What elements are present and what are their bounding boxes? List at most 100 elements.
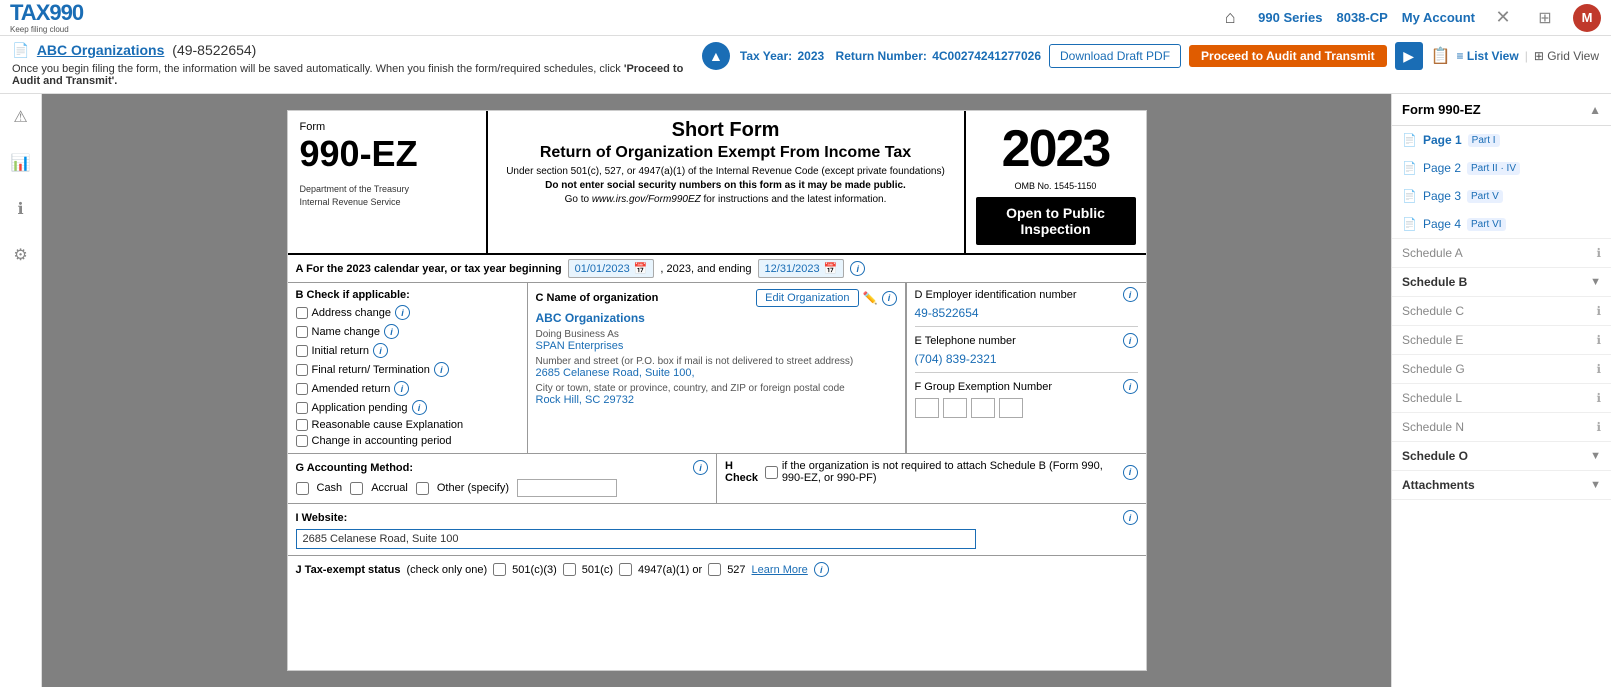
section-e: E Telephone number i (704) 839-2321 <box>915 333 1138 373</box>
user-avatar[interactable]: M <box>1573 4 1601 32</box>
sidebar-page1[interactable]: 📄 Page 1 Part I <box>1392 126 1611 154</box>
home-icon[interactable]: ⌂ <box>1216 4 1244 32</box>
collapse-button[interactable]: ▲ <box>702 42 730 70</box>
final-return-info[interactable]: i <box>434 362 449 377</box>
right-sidebar: Form 990-EZ ▲ 📄 Page 1 Part I 📄 Page 2 P… <box>1391 94 1611 687</box>
section-a-info-icon[interactable]: i <box>850 261 865 276</box>
change-accounting-checkbox[interactable] <box>296 435 308 447</box>
sidebar-schedule-b[interactable]: Schedule B ▼ <box>1392 268 1611 297</box>
schedule-c-info[interactable]: ℹ <box>1596 304 1601 318</box>
section-h-info[interactable]: i <box>1123 465 1138 480</box>
logo-sub: Keep filing cloud <box>10 26 83 34</box>
section-e-info[interactable]: i <box>1123 333 1138 348</box>
start-date-input[interactable]: 01/01/2023 📅 <box>568 259 655 278</box>
section-g-label: G Accounting Method: <box>296 462 414 474</box>
right-arrow-icon[interactable]: ▶ <box>1395 42 1423 70</box>
end-date-input[interactable]: 12/31/2023 📅 <box>758 259 845 278</box>
sidebar-schedule-e[interactable]: Schedule E ℹ <box>1392 326 1611 355</box>
sidebar-page3[interactable]: 📄 Page 3 Part V <box>1392 182 1611 210</box>
nav-990-series[interactable]: 990 Series <box>1258 10 1322 25</box>
sidebar-schedule-n[interactable]: Schedule N ℹ <box>1392 413 1611 442</box>
schedule-l-info[interactable]: ℹ <box>1596 391 1601 405</box>
phone-value: (704) 839-2321 <box>915 352 1138 366</box>
left-sidebar: ⚠ 📊 ℹ ⚙ <box>0 94 42 687</box>
schedule-a-info[interactable]: ℹ <box>1596 246 1601 260</box>
sidebar-settings-icon[interactable]: ⚙ <box>6 240 36 270</box>
sidebar-attachments[interactable]: Attachments ▼ <box>1392 471 1611 500</box>
address-change-info[interactable]: i <box>395 305 410 320</box>
page4-badge: Part VI <box>1467 218 1506 231</box>
learn-more-link[interactable]: Learn More <box>752 564 808 576</box>
j-4947a1-checkbox[interactable] <box>619 563 632 576</box>
amended-return-info[interactable]: i <box>394 381 409 396</box>
other-checkbox[interactable] <box>416 482 429 495</box>
schedule-e-info[interactable]: ℹ <box>1596 333 1601 347</box>
sidebar-chart-icon[interactable]: 📊 <box>6 148 36 178</box>
j-501c-checkbox[interactable] <box>563 563 576 576</box>
name-change-checkbox[interactable] <box>296 326 308 338</box>
sidebar-info-icon[interactable]: ℹ <box>6 194 36 224</box>
group-box-3[interactable] <box>971 398 995 418</box>
section-j-info[interactable]: i <box>814 562 829 577</box>
initial-return-checkbox[interactable] <box>296 345 308 357</box>
sidebar-page4[interactable]: 📄 Page 4 Part VI <box>1392 210 1611 238</box>
list-view-button[interactable]: ≡ List View <box>1457 49 1519 63</box>
sidebar-schedule-o[interactable]: Schedule O ▼ <box>1392 442 1611 471</box>
checkbox-change-accounting: Change in accounting period <box>296 435 519 447</box>
org-name-link[interactable]: ABC Organizations <box>37 42 165 58</box>
section-e-label: E Telephone number <box>915 335 1016 347</box>
page2-label: Page 2 <box>1423 161 1461 175</box>
j-527-checkbox[interactable] <box>708 563 721 576</box>
schedule-n-info[interactable]: ℹ <box>1596 420 1601 434</box>
schedule-b-checkbox[interactable] <box>765 466 778 479</box>
sidebar-schedule-a[interactable]: Schedule A ℹ <box>1392 239 1611 268</box>
app-body: ⚠ 📊 ℹ ⚙ Form 990-EZ Department of the Tr… <box>0 94 1611 687</box>
application-pending-checkbox[interactable] <box>296 402 308 414</box>
sidebar-form-title: Form 990-EZ <box>1402 102 1481 117</box>
edit-org-button[interactable]: Edit Organization <box>756 289 858 307</box>
nav-8038cp[interactable]: 8038-CP <box>1336 10 1387 25</box>
address-change-checkbox[interactable] <box>296 307 308 319</box>
accrual-checkbox[interactable] <box>350 482 363 495</box>
sidebar-home-icon[interactable]: ⚠ <box>6 102 36 132</box>
sidebar-page2[interactable]: 📄 Page 2 Part II · IV <box>1392 154 1611 182</box>
page2-badge: Part II · IV <box>1467 162 1520 175</box>
schedule-g-info[interactable]: ℹ <box>1596 362 1601 376</box>
grid-view-button[interactable]: ⊞ Grid View <box>1534 49 1599 63</box>
sidebar-schedule-l[interactable]: Schedule L ℹ <box>1392 384 1611 413</box>
section-f-info[interactable]: i <box>1123 379 1138 394</box>
page3-badge: Part V <box>1467 190 1503 203</box>
close-icon[interactable]: ✕ <box>1489 4 1517 32</box>
reasonable-cause-checkbox[interactable] <box>296 419 308 431</box>
schedule-b-chevron[interactable]: ▼ <box>1590 276 1601 288</box>
amended-return-checkbox[interactable] <box>296 383 308 395</box>
download-draft-button[interactable]: Download Draft PDF <box>1049 44 1181 68</box>
group-box-1[interactable] <box>915 398 939 418</box>
cash-checkbox[interactable] <box>296 482 309 495</box>
attachments-chevron[interactable]: ▼ <box>1590 479 1601 491</box>
initial-return-info[interactable]: i <box>373 343 388 358</box>
section-d-info[interactable]: i <box>1123 287 1138 302</box>
sidebar-schedule-c[interactable]: Schedule C ℹ <box>1392 297 1611 326</box>
other-specify-input[interactable] <box>517 479 617 497</box>
schedule-o-chevron[interactable]: ▼ <box>1590 450 1601 462</box>
grid-apps-icon[interactable]: ⊞ <box>1531 4 1559 32</box>
section-i-info[interactable]: i <box>1123 510 1138 525</box>
group-box-2[interactable] <box>943 398 967 418</box>
sidebar-collapse-icon[interactable]: ▲ <box>1589 103 1601 117</box>
checkbox-amended-return: Amended return i <box>296 381 519 396</box>
name-change-info[interactable]: i <box>384 324 399 339</box>
proceed-audit-button[interactable]: Proceed to Audit and Transmit <box>1189 45 1387 67</box>
group-box-4[interactable] <box>999 398 1023 418</box>
final-return-checkbox[interactable] <box>296 364 308 376</box>
sidebar-schedule-g[interactable]: Schedule G ℹ <box>1392 355 1611 384</box>
section-g-info[interactable]: i <box>693 460 708 475</box>
page4-icon: 📄 <box>1402 217 1417 231</box>
website-input[interactable]: 2685 Celanese Road, Suite 100 <box>296 529 976 549</box>
j-501c3-checkbox[interactable] <box>493 563 506 576</box>
nav-my-account[interactable]: My Account <box>1402 10 1475 25</box>
form-header-left: Form 990-EZ Department of the Treasury I… <box>288 111 488 253</box>
application-pending-info[interactable]: i <box>412 400 427 415</box>
section-b-label: B Check if applicable: <box>296 289 410 301</box>
section-c-info[interactable]: i <box>882 291 897 306</box>
